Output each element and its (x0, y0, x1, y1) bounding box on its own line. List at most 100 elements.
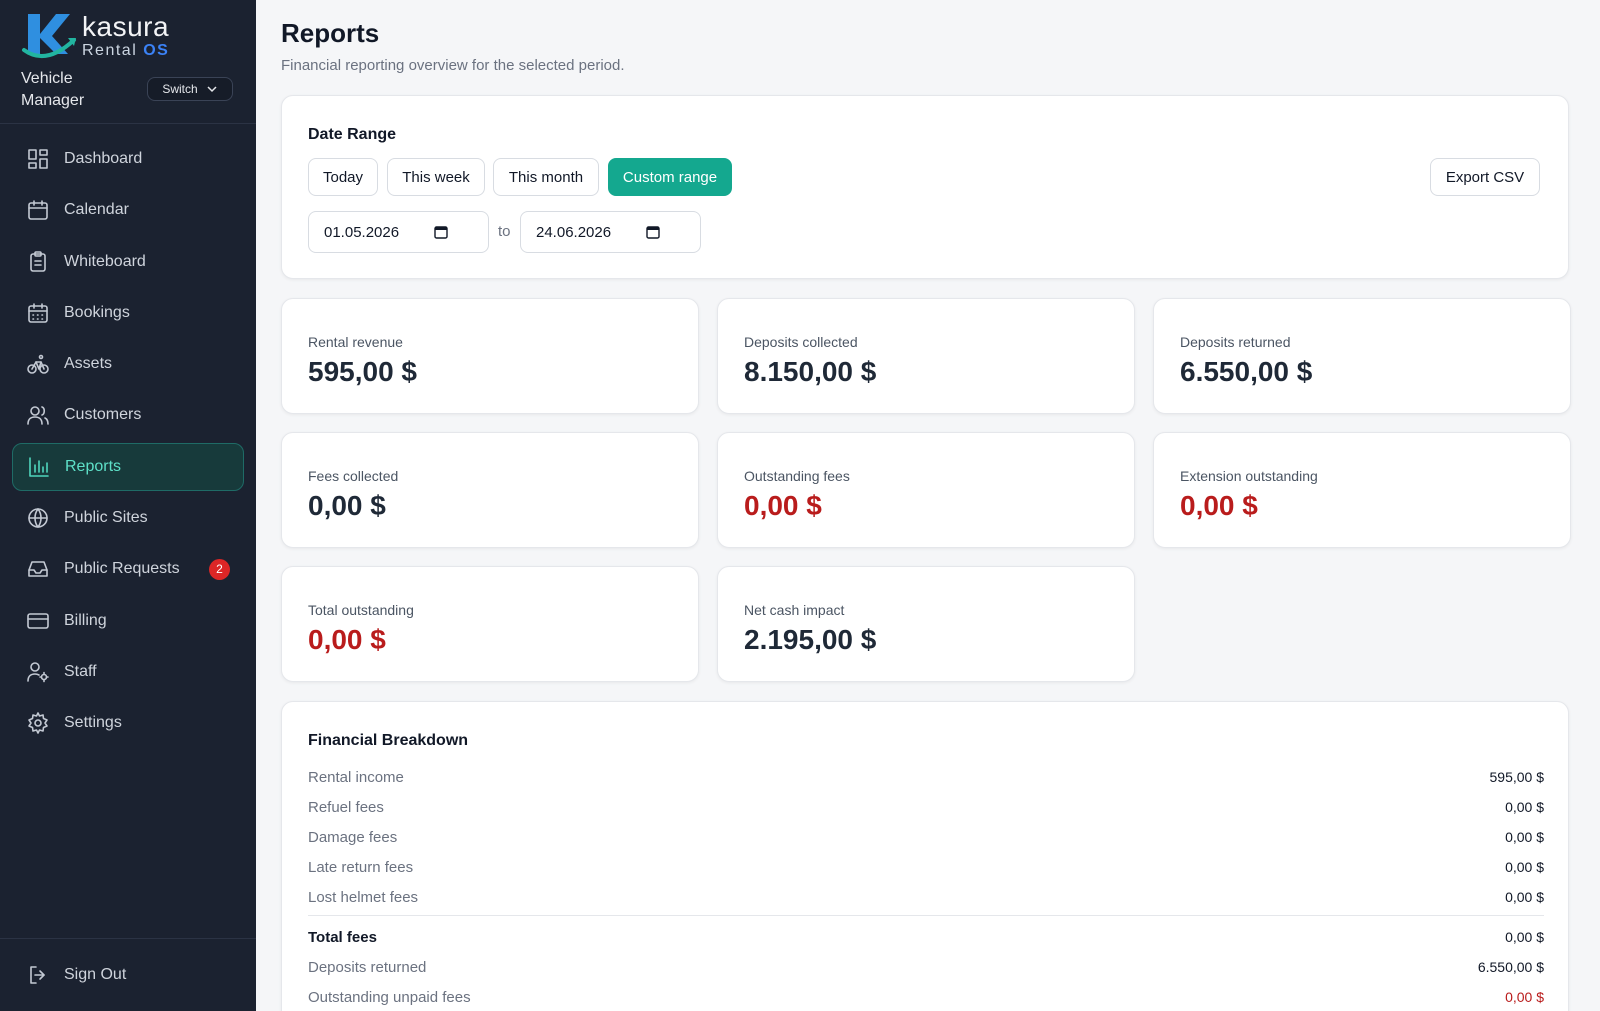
sidebar-item-label: Staff (64, 662, 97, 680)
sidebar-item-settings[interactable]: Settings (12, 699, 244, 747)
stat-value: 595,00 $ (308, 356, 417, 387)
stat-value: 8.150,00 $ (744, 356, 877, 387)
to-label: to (498, 223, 511, 240)
sidebar-item-label: Bookings (64, 303, 130, 321)
row-amount: 0,00 $ (1505, 889, 1544, 905)
breakdown-row: Deposits returned 6.550,00 $ (308, 955, 1544, 979)
chevron-down-icon (207, 86, 217, 93)
stat-label: Deposits returned (1180, 334, 1291, 350)
breakdown-row: Damage fees 0,00 $ (308, 825, 1544, 849)
sidebar-item-label: Dashboard (64, 150, 143, 167)
sidebar-item-reports[interactable]: Reports (12, 442, 244, 491)
row-label: Refuel fees (308, 798, 384, 816)
date-from-input[interactable]: 01.05.2026 (308, 211, 489, 253)
clipboard-icon (30, 250, 46, 272)
row-amount: 595,00 $ (1489, 769, 1545, 785)
row-label: Rental income (308, 768, 404, 786)
sign-out-button[interactable]: Sign Out (12, 951, 244, 999)
stat-card-extension-outstanding: Extension outstanding 0,00 $ (1153, 432, 1571, 548)
logo[interactable]: kasura Rental OS (20, 10, 236, 62)
switch-role-button[interactable]: Switch (147, 77, 233, 101)
role-label: Vehicle Manager (21, 70, 85, 109)
row-amount: 0,00 $ (1505, 859, 1544, 875)
stat-card-rental-revenue: Rental revenue 595,00 $ (281, 298, 699, 414)
page-title: Reports (281, 18, 380, 48)
preset-custom-button[interactable]: Custom range (608, 158, 732, 196)
breakdown-title: Financial Breakdown (308, 732, 469, 749)
row-amount: 0,00 $ (1505, 829, 1544, 845)
gear-icon (28, 712, 48, 735)
stat-card-deposits-returned: Deposits returned 6.550,00 $ (1153, 298, 1571, 414)
stat-value: 0,00 $ (308, 624, 386, 655)
export-csv-button[interactable]: Export CSV (1430, 158, 1540, 196)
sidebar-item-label: Calendar (64, 201, 129, 219)
sidebar-item-label: Public Requests (64, 560, 180, 578)
preset-month-button[interactable]: This month (493, 158, 599, 196)
sidebar-item-public-requests[interactable]: Public Requests 2 (12, 545, 244, 593)
sidebar-item-label: Customers (64, 406, 142, 424)
stat-value: 2.195,00 $ (744, 624, 877, 655)
row-amount: 0,00 $ (1505, 799, 1544, 815)
row-amount: 0,00 $ (1505, 989, 1544, 1005)
preset-week-button[interactable]: This week (387, 158, 485, 196)
switch-label: Switch (162, 82, 198, 96)
row-amount: 6.550,00 $ (1477, 959, 1544, 975)
stat-card-deposits-collected: Deposits collected 8.150,00 $ (717, 298, 1135, 414)
main-content: Reports Financial reporting overview for… (256, 0, 1600, 1011)
calendar-grid-icon (28, 303, 48, 323)
sidebar-item-assets[interactable]: Assets (12, 340, 244, 388)
sidebar-item-calendar[interactable]: Calendar (12, 186, 244, 234)
calendar-picker-icon[interactable] (646, 225, 660, 239)
stat-value: 0,00 $ (308, 490, 386, 521)
breakdown-total-row: Total fees 0,00 $ (308, 925, 1544, 949)
sidebar-nav: Dashboard Calendar Whiteboard Bookings Asset… (12, 135, 244, 751)
calendar-picker-icon[interactable] (434, 225, 448, 239)
breakdown-row: Refuel fees 0,00 $ (308, 795, 1544, 819)
sidebar-item-staff[interactable]: Staff (12, 648, 244, 696)
preset-today-button[interactable]: Today (308, 158, 378, 196)
stat-value: 0,00 $ (744, 490, 822, 521)
row-label: Deposits returned (308, 958, 427, 976)
sidebar-item-label: Whiteboard (64, 252, 146, 270)
sidebar-item-billing[interactable]: Billing (12, 597, 244, 645)
breakdown-row: Late return fees 0,00 $ (308, 855, 1544, 879)
sidebar-item-label: Reports (65, 457, 122, 475)
date-from-value: 01.05.2026 (324, 223, 400, 241)
stat-label: Fees collected (308, 468, 399, 484)
stat-label: Total outstanding (308, 602, 414, 618)
stat-card-fees-collected: Fees collected 0,00 $ (281, 432, 699, 548)
breakdown-row: Outstanding unpaid fees 0,00 $ (308, 985, 1544, 1009)
users-icon (27, 406, 49, 426)
inbox-icon (28, 561, 48, 578)
divider (308, 915, 1544, 916)
row-label: Outstanding unpaid fees (308, 988, 471, 1006)
breakdown-row: Rental income 595,00 $ (308, 765, 1544, 789)
sidebar-item-public-sites[interactable]: Public Sites (12, 494, 244, 542)
brand-sub: Rental (82, 42, 138, 59)
date-to-value: 24.06.2026 (536, 223, 612, 241)
row-label: Late return fees (308, 858, 414, 876)
sidebar-item-bookings[interactable]: Bookings (12, 289, 244, 337)
sidebar-item-whiteboard[interactable]: Whiteboard (12, 238, 244, 286)
row-amount: 0,00 $ (1505, 929, 1544, 945)
dashboard-icon (28, 149, 48, 169)
kasura-logo-icon (22, 14, 76, 59)
page-subtitle: Financial reporting overview for the sel… (281, 57, 625, 74)
stat-label: Deposits collected (744, 334, 858, 350)
user-cog-icon (27, 662, 49, 683)
sidebar-item-customers[interactable]: Customers (12, 391, 244, 439)
sidebar-item-label: Assets (64, 355, 113, 373)
stat-card-outstanding-fees: Outstanding fees 0,00 $ (717, 432, 1135, 548)
brand-name: kasura (82, 11, 170, 42)
sidebar-item-dashboard[interactable]: Dashboard (12, 135, 244, 183)
row-label: Lost helmet fees (308, 888, 419, 906)
stat-value: 6.550,00 $ (1180, 356, 1313, 387)
stat-label: Outstanding fees (744, 468, 850, 484)
date-to-input[interactable]: 24.06.2026 (520, 211, 701, 253)
brand-header: kasura Rental OS Vehicle Manager Switch (0, 0, 256, 124)
globe-icon (28, 508, 48, 528)
stat-label: Rental revenue (308, 334, 403, 350)
breakdown-row: Lost helmet fees 0,00 $ (308, 885, 1544, 909)
sidebar-item-label: Billing (64, 611, 107, 629)
sidebar-item-label: Public Sites (64, 509, 148, 527)
